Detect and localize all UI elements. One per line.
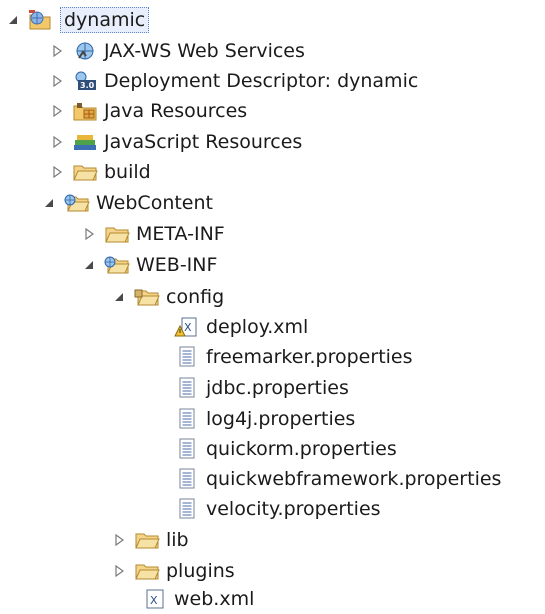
web-folder-icon xyxy=(64,192,90,214)
tree-node-velocity-properties[interactable]: velocity.properties xyxy=(174,494,381,524)
tree-node-web-inf[interactable]: WEB-INF xyxy=(82,250,217,280)
expanded-arrow-icon[interactable] xyxy=(112,282,126,312)
version-badge: 3.0 xyxy=(80,81,95,90)
tree-node-label[interactable]: freemarker.properties xyxy=(206,342,413,372)
tree-node-config[interactable]: config xyxy=(112,282,224,312)
tree-node-label[interactable]: Java Resources xyxy=(104,96,247,126)
tree-node-label[interactable]: velocity.properties xyxy=(206,494,381,524)
tree-node-label[interactable]: deploy.xml xyxy=(206,312,308,342)
web-project-icon xyxy=(28,9,54,31)
tree-node-quickorm-properties[interactable]: quickorm.properties xyxy=(174,434,397,464)
properties-file-icon xyxy=(174,468,200,490)
tree-node-label[interactable]: JAX-WS Web Services xyxy=(104,36,305,66)
web-services-icon xyxy=(72,40,98,62)
tree-node-quickwebframework-properties[interactable]: quickwebframework.properties xyxy=(174,464,501,494)
tree-node-webcontent[interactable]: WebContent xyxy=(42,188,213,218)
tree-node-label[interactable]: log4j.properties xyxy=(206,404,355,434)
tree-node-javascript-resources[interactable]: JavaScript Resources xyxy=(50,127,302,157)
javascript-resources-icon xyxy=(72,131,98,153)
folder-icon xyxy=(134,560,160,582)
tree-node-label[interactable]: META-INF xyxy=(136,219,225,249)
collapsed-arrow-icon[interactable] xyxy=(50,127,64,157)
tree-node-label[interactable]: lib xyxy=(166,525,189,555)
tree-node-label[interactable]: quickorm.properties xyxy=(206,434,397,464)
folder-icon xyxy=(104,223,130,245)
java-resources-icon xyxy=(72,100,98,122)
expanded-arrow-icon[interactable] xyxy=(82,250,96,280)
tree-node-label[interactable]: config xyxy=(166,282,224,312)
collapsed-arrow-icon[interactable] xyxy=(82,219,96,249)
properties-file-icon xyxy=(174,408,200,430)
web-folder-icon xyxy=(104,254,130,276)
tree-node-jdbc-properties[interactable]: jdbc.properties xyxy=(174,373,349,403)
tree-node-meta-inf[interactable]: META-INF xyxy=(82,219,225,249)
collapsed-arrow-icon[interactable] xyxy=(50,66,64,96)
properties-file-icon xyxy=(174,438,200,460)
tree-node-label[interactable]: dynamic xyxy=(60,7,150,33)
expanded-arrow-icon[interactable] xyxy=(42,188,56,218)
properties-file-icon xyxy=(174,377,200,399)
tree-node-label[interactable]: plugins xyxy=(166,556,235,586)
tree-node-lib[interactable]: lib xyxy=(112,525,189,555)
tree-node-label[interactable]: WebContent xyxy=(96,188,213,218)
tree-node-label[interactable]: WEB-INF xyxy=(136,250,217,280)
folder-icon xyxy=(72,161,98,183)
tree-node-freemarker-properties[interactable]: freemarker.properties xyxy=(174,342,413,372)
tree-node-log4j-properties[interactable]: log4j.properties xyxy=(174,404,355,434)
tree-node-deployment-descriptor[interactable]: 3.0 Deployment Descriptor: dynamic xyxy=(50,66,418,96)
collapsed-arrow-icon[interactable] xyxy=(50,157,64,187)
deployment-descriptor-icon: 3.0 xyxy=(72,70,98,92)
xml-file-icon: X xyxy=(142,588,168,610)
tree-node-plugins[interactable]: plugins xyxy=(112,556,235,586)
tree-node-build[interactable]: build xyxy=(50,157,151,187)
tree-node-dynamic[interactable]: dynamic xyxy=(6,5,150,35)
project-explorer-tree: dynamic JAX-WS Web Services 3.0 Deployme… xyxy=(0,0,545,610)
tree-node-java-resources[interactable]: Java Resources xyxy=(50,96,247,126)
collapsed-arrow-icon[interactable] xyxy=(112,525,126,555)
properties-file-icon xyxy=(174,498,200,520)
svg-text:X: X xyxy=(184,321,192,334)
package-folder-icon xyxy=(134,286,160,308)
collapsed-arrow-icon[interactable] xyxy=(50,96,64,126)
folder-icon xyxy=(134,529,160,551)
xml-warning-icon: X xyxy=(174,316,200,338)
tree-node-label[interactable]: build xyxy=(104,157,151,187)
collapsed-arrow-icon[interactable] xyxy=(50,36,64,66)
tree-node-deploy-xml[interactable]: X deploy.xml xyxy=(174,312,308,342)
tree-node-label[interactable]: quickwebframework.properties xyxy=(206,464,501,494)
expanded-arrow-icon[interactable] xyxy=(6,5,20,35)
tree-node-label[interactable]: JavaScript Resources xyxy=(104,127,302,157)
svg-text:X: X xyxy=(150,594,158,607)
collapsed-arrow-icon[interactable] xyxy=(112,556,126,586)
properties-file-icon xyxy=(174,346,200,368)
tree-node-jax-ws-web-services[interactable]: JAX-WS Web Services xyxy=(50,36,305,66)
tree-node-label[interactable]: jdbc.properties xyxy=(206,373,349,403)
tree-node-label[interactable]: Deployment Descriptor: dynamic xyxy=(104,66,418,96)
